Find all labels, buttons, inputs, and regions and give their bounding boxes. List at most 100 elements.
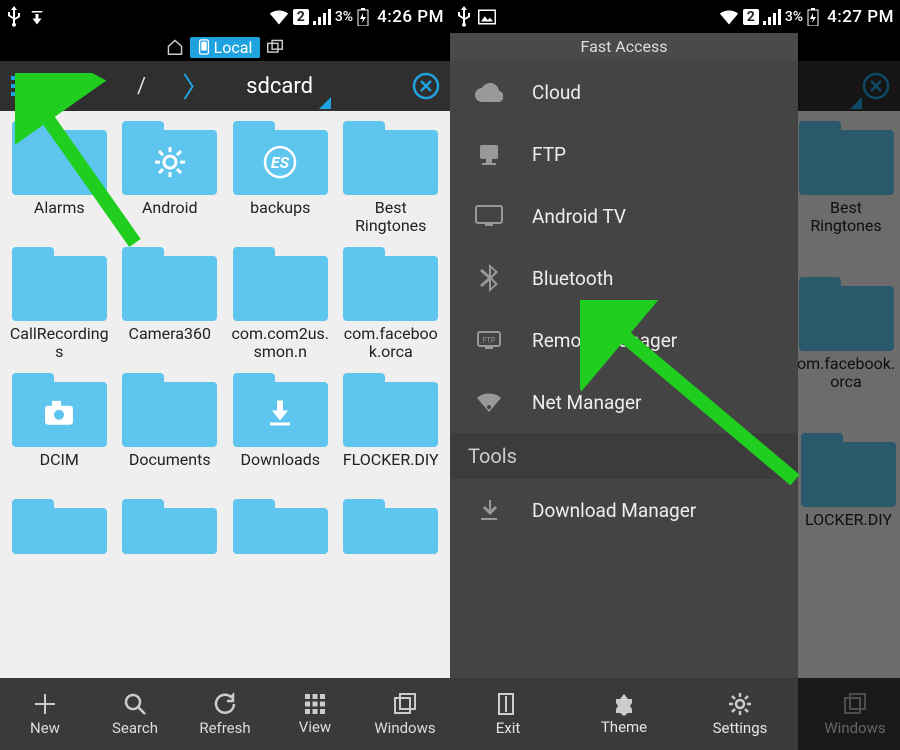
folder-item[interactable] bbox=[336, 499, 447, 561]
folder-item[interactable]: CallRecordings bbox=[4, 247, 115, 363]
signal-icon bbox=[763, 9, 781, 25]
usb-icon bbox=[456, 6, 472, 28]
folder-grid: Alarms Android ES backups Best Ringtones Call… bbox=[0, 111, 450, 499]
folder-item[interactable]: Camera360 bbox=[115, 247, 226, 363]
folder-item[interactable] bbox=[225, 499, 336, 561]
refresh-button[interactable]: Refresh bbox=[180, 678, 270, 750]
folder-label: com.com2us.smon.n bbox=[230, 325, 330, 363]
tv-icon bbox=[472, 205, 506, 227]
folder-item[interactable]: com.facebook.orca bbox=[336, 247, 447, 363]
folder-item[interactable]: Best Ringtones bbox=[336, 121, 447, 237]
folder-icon bbox=[12, 247, 107, 321]
folder-item[interactable]: com.com2us.smon.n bbox=[225, 247, 336, 363]
search-button[interactable]: Search bbox=[90, 678, 180, 750]
phone-device-icon bbox=[198, 39, 210, 55]
folder-item[interactable]: Android bbox=[115, 121, 226, 237]
view-button[interactable]: View bbox=[270, 678, 360, 750]
chevron-right-icon: 〉 bbox=[182, 66, 210, 106]
folder-label: com.facebook.orca bbox=[341, 325, 441, 363]
svg-text:ES: ES bbox=[271, 153, 290, 172]
windows-button[interactable]: Windows bbox=[360, 678, 450, 750]
ftp-icon bbox=[472, 143, 506, 165]
bluetooth-icon bbox=[472, 264, 506, 292]
menu-item-cloud[interactable]: Cloud bbox=[450, 61, 798, 123]
folder-icon bbox=[233, 373, 328, 447]
download-icon bbox=[472, 498, 506, 522]
menu-item-remote-manager[interactable]: FTP Remote Manager bbox=[450, 309, 798, 371]
multi-window-icon[interactable] bbox=[266, 39, 284, 55]
settings-button[interactable]: Settings bbox=[682, 678, 798, 750]
folder-icon bbox=[343, 373, 438, 447]
cloud-icon bbox=[472, 82, 506, 102]
folder-label: Downloads bbox=[241, 451, 320, 489]
theme-button[interactable]: Theme bbox=[566, 678, 682, 750]
folder-icon bbox=[122, 121, 217, 195]
folder-item[interactable]: Downloads bbox=[225, 373, 336, 489]
folder-icon bbox=[343, 247, 438, 321]
status-time: 4:26 PM bbox=[377, 7, 444, 27]
wifi-icon bbox=[719, 9, 739, 25]
folder-icon bbox=[233, 247, 328, 321]
menu-item-bluetooth[interactable]: Bluetooth bbox=[450, 247, 798, 309]
folder-item[interactable]: DCIM bbox=[4, 373, 115, 489]
signal-icon bbox=[313, 9, 331, 25]
toolbar: / 〉 sdcard bbox=[0, 61, 450, 111]
breadcrumb: / 〉 sdcard bbox=[48, 61, 402, 111]
folder-label: Best Ringtones bbox=[341, 199, 441, 237]
menu-item-net-manager[interactable]: Net Manager bbox=[450, 371, 798, 433]
download-overlay-icon bbox=[266, 398, 294, 432]
local-tab[interactable]: Local bbox=[190, 37, 261, 58]
folder-icon: ES bbox=[233, 121, 328, 195]
folder-label: Documents bbox=[129, 451, 211, 489]
battery-icon bbox=[357, 8, 369, 26]
status-bar: 2 3% 4:27 PM bbox=[450, 0, 900, 33]
folder-item[interactable]: FLOCKER.DIY bbox=[336, 373, 447, 489]
es-overlay-icon: ES bbox=[263, 145, 297, 183]
folder-item[interactable]: ES backups bbox=[225, 121, 336, 237]
status-bar: 2 3% 4:26 PM bbox=[0, 0, 450, 33]
folder-label: Alarms bbox=[34, 199, 85, 237]
battery-pct: 3% bbox=[335, 9, 353, 25]
menu-item-android-tv[interactable]: Android TV bbox=[450, 185, 798, 247]
menu-item-ftp[interactable]: FTP bbox=[450, 123, 798, 185]
battery-pct: 3% bbox=[785, 9, 803, 25]
folder-label: Android bbox=[142, 199, 198, 237]
folder-icon bbox=[122, 247, 217, 321]
new-button[interactable]: New bbox=[0, 678, 90, 750]
battery-icon bbox=[807, 8, 819, 26]
folder-item[interactable] bbox=[115, 499, 226, 561]
download-notif-icon bbox=[28, 8, 46, 26]
folder-item[interactable]: Alarms bbox=[4, 121, 115, 237]
breadcrumb-current[interactable]: sdcard bbox=[246, 74, 313, 99]
local-bar: Local bbox=[0, 33, 450, 61]
folder-label: Camera360 bbox=[129, 325, 211, 363]
exit-button[interactable]: Exit bbox=[450, 678, 566, 750]
breadcrumb-root[interactable]: / bbox=[137, 74, 146, 99]
folder-label: CallRecordings bbox=[9, 325, 109, 363]
folder-icon bbox=[12, 373, 107, 447]
svg-text:FTP: FTP bbox=[483, 337, 496, 345]
local-tab-label: Local bbox=[214, 38, 253, 57]
wifi-icon bbox=[269, 9, 289, 25]
folder-label: DCIM bbox=[40, 451, 79, 489]
menu-item-download-manager[interactable]: Download Manager bbox=[450, 479, 798, 541]
fast-access-title: Fast Access bbox=[450, 33, 798, 61]
phone-right: 2 3% 4:27 PM Best Ringtonesom.facebook.o… bbox=[450, 0, 900, 750]
folder-label: FLOCKER.DIY bbox=[343, 451, 439, 489]
sim-badge: 2 bbox=[293, 9, 309, 25]
folder-label: backups bbox=[250, 199, 310, 237]
home-icon[interactable] bbox=[166, 39, 184, 55]
fast-access-drawer: Fast Access Cloud FTP Android TV Bluetoo… bbox=[450, 33, 798, 750]
folder-grid-partial bbox=[0, 499, 450, 561]
tools-section-header[interactable]: Tools bbox=[450, 433, 798, 479]
folder-item[interactable]: Documents bbox=[115, 373, 226, 489]
hamburger-menu-button[interactable] bbox=[0, 75, 48, 97]
folder-icon bbox=[343, 121, 438, 195]
phone-left: 2 3% 4:26 PM Local / 〉 sdcard bbox=[0, 0, 450, 750]
close-tab-button[interactable] bbox=[402, 71, 450, 101]
drawer-bottom-bar: Exit Theme Settings bbox=[450, 678, 798, 750]
status-time: 4:27 PM bbox=[827, 7, 894, 27]
sim-badge: 2 bbox=[743, 9, 759, 25]
dropdown-triangle-icon[interactable] bbox=[319, 97, 331, 109]
folder-item[interactable] bbox=[4, 499, 115, 561]
